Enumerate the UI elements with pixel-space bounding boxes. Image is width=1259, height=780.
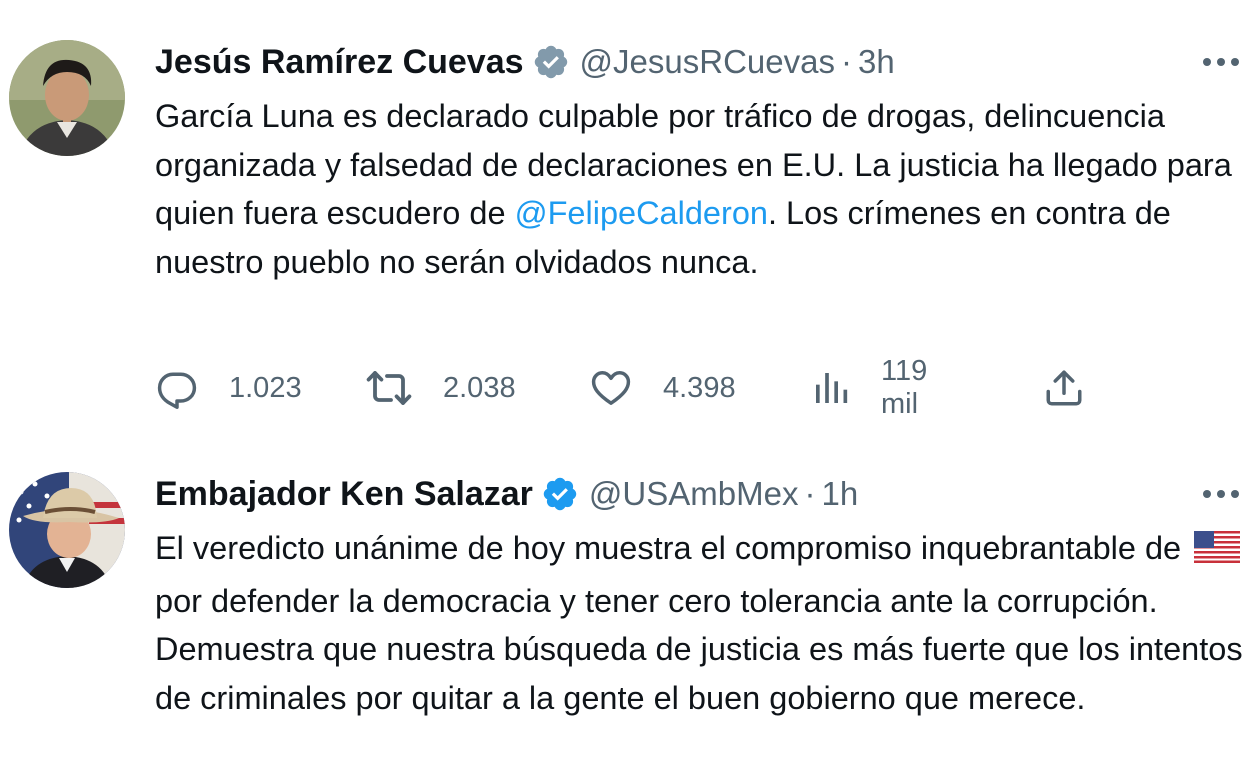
tweet[interactable]: Embajador Ken Salazar @USAmbMex · 1h El … [0,430,1259,780]
avatar[interactable] [9,40,125,156]
timestamp[interactable]: 3h [858,43,895,81]
more-options-icon[interactable] [1199,42,1243,82]
blue-verified-icon[interactable] [541,475,579,513]
reply-count: 1.023 [229,371,302,404]
author-name[interactable]: Embajador Ken Salazar [155,475,533,514]
reply-icon [155,366,199,410]
tweet-text-part: por defender la democracia y tener cero … [155,582,1243,716]
mention-link[interactable]: @FelipeCalderon [515,195,768,231]
tweet-text: El veredicto unánime de hoy muestra el c… [155,524,1253,722]
share-button[interactable] [1043,362,1085,414]
share-icon [1043,367,1085,409]
separator: · [840,43,852,80]
tweet-header: Jesús Ramírez Cuevas @JesusRCuevas · 3h [155,38,895,86]
author-name[interactable]: Jesús Ramírez Cuevas [155,43,524,82]
tweet[interactable]: Jesús Ramírez Cuevas @JesusRCuevas · 3h … [0,0,1259,430]
avatar[interactable] [9,472,125,588]
author-handle[interactable]: @USAmbMex [589,475,799,513]
reply-button[interactable]: 1.023 [155,362,302,414]
gray-verified-icon[interactable] [532,43,570,81]
separator: · [804,475,816,512]
timestamp[interactable]: 1h [821,475,858,513]
author-handle[interactable]: @JesusRCuevas [580,43,835,81]
tweet-text-part: El veredicto unánime de hoy muestra el c… [155,530,1191,566]
views-button[interactable]: 119 mil [811,355,927,420]
views-count: 119 mil [881,355,928,420]
views-chart-icon [811,368,851,408]
retweet-button[interactable]: 2.038 [365,362,516,414]
retweet-icon [365,366,413,410]
tweet-header: Embajador Ken Salazar @USAmbMex · 1h [155,470,858,518]
heart-icon [589,366,633,410]
more-options-icon[interactable] [1199,474,1243,514]
retweet-count: 2.038 [443,371,516,404]
tweet-text: García Luna es declarado culpable por tr… [155,92,1253,286]
like-count: 4.398 [663,371,736,404]
like-button[interactable]: 4.398 [589,362,736,414]
us-flag-icon [1194,528,1241,577]
